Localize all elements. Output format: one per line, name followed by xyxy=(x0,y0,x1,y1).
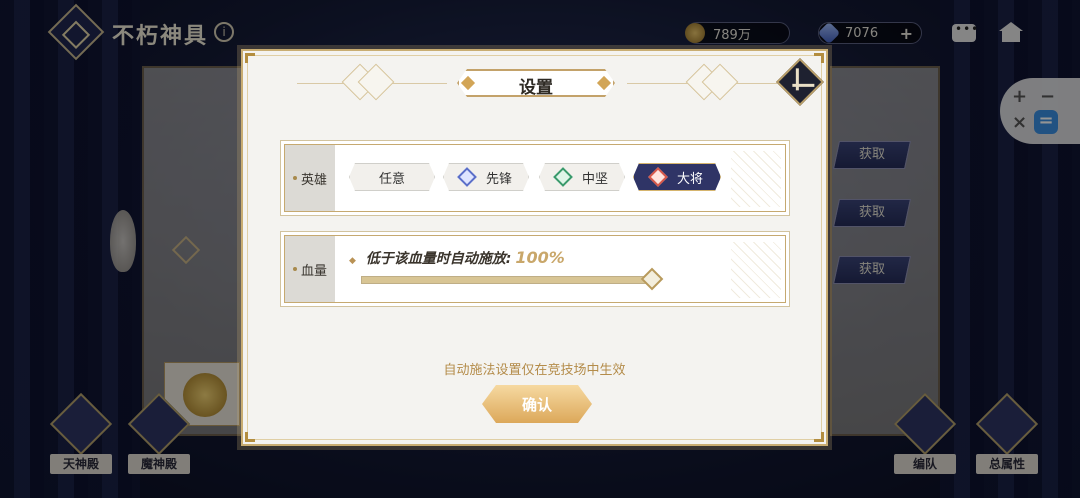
corner-ornament xyxy=(245,53,255,63)
arena-notice: 自动施法设置仅在竞技场中生效 xyxy=(443,363,626,378)
settings-dialog: 设置 英雄 任意 先锋 中坚 大将 血量 低于该血量时自动施放:100% xyxy=(241,49,828,446)
hero-option-any[interactable]: 任意 xyxy=(349,163,435,191)
hp-slider[interactable] xyxy=(361,267,664,291)
hp-threshold-text: 低于该血量时自动施放:100% xyxy=(349,248,565,268)
hp-value: 100% xyxy=(515,248,565,267)
hp-slider-fill xyxy=(362,277,654,283)
corner-ornament xyxy=(814,53,824,63)
hero-setting-row: 英雄 任意 先锋 中坚 大将 xyxy=(280,140,790,216)
hp-row-label: 血量 xyxy=(285,236,335,302)
hp-slider-handle[interactable] xyxy=(640,267,664,291)
row-ornament xyxy=(731,151,781,207)
dialog-title: 设置 xyxy=(519,78,553,98)
hero-row-label: 英雄 xyxy=(285,145,335,211)
hp-setting-row: 血量 低于该血量时自动施放:100% xyxy=(280,231,790,307)
corner-ornament xyxy=(814,432,824,442)
close-button[interactable] xyxy=(775,57,825,107)
hero-option-vanguard[interactable]: 先锋 xyxy=(443,163,529,191)
dialog-title-plate: 设置 xyxy=(453,69,619,99)
row-ornament xyxy=(731,242,781,298)
hero-option-midfield[interactable]: 中坚 xyxy=(539,163,625,191)
confirm-button[interactable]: 确认 xyxy=(482,385,592,423)
corner-ornament xyxy=(245,432,255,442)
hp-description: 低于该血量时自动施放: xyxy=(365,251,512,267)
hero-option-general[interactable]: 大将 xyxy=(633,163,721,191)
